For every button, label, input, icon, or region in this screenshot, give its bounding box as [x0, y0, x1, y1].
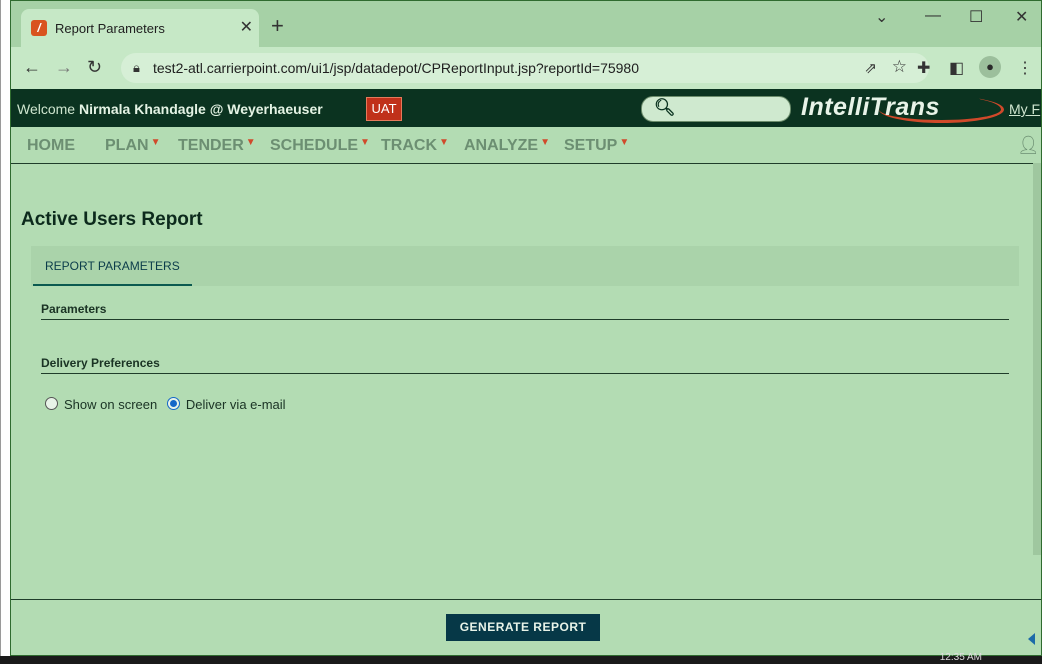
- vertical-scrollbar[interactable]: [1033, 163, 1041, 555]
- lock-icon[interactable]: 🔒︎: [133, 60, 140, 76]
- browser-menu-icon[interactable]: ⋮: [1017, 58, 1033, 78]
- deliver-via-email-label[interactable]: Deliver via e-mail: [186, 397, 286, 412]
- browser-window: / Report Parameters ✕ + ⌄ — ☐ ✕ ← → ↻ 🔒︎…: [10, 0, 1042, 656]
- nav-analyze-label: ANALYZE: [464, 137, 539, 154]
- caret-down-icon: ▼: [439, 137, 449, 148]
- parameters-heading: Parameters: [41, 302, 107, 316]
- delivery-preferences-heading: Delivery Preferences: [41, 356, 160, 370]
- tab-strip: / Report Parameters ✕ + ⌄ — ☐ ✕: [11, 1, 1041, 47]
- browser-toolbar: ← → ↻ 🔒︎ test2-atl.carrierpoint.com/ui1/…: [11, 47, 1041, 89]
- share-icon[interactable]: ⇗: [864, 59, 877, 77]
- logo: IntelliTrans: [801, 93, 940, 121]
- close-window-icon[interactable]: ✕: [1015, 7, 1028, 27]
- nav-home-label: HOME: [27, 137, 75, 154]
- tab-report-parameters[interactable]: REPORT PARAMETERS: [33, 246, 192, 286]
- welcome-text: Welcome Nirmala Khandagle @ Weyerhaeuser: [17, 101, 323, 117]
- report-tabs: REPORT PARAMETERS: [31, 246, 1019, 286]
- nav-tender[interactable]: TENDER ▼: [178, 137, 256, 155]
- delivery-divider: [41, 373, 1009, 374]
- nav-setup[interactable]: SETUP ▼: [564, 137, 629, 155]
- nav-home[interactable]: HOME: [27, 137, 75, 155]
- search-input[interactable]: 🔍︎: [641, 96, 791, 122]
- caret-down-icon: ▼: [245, 137, 256, 148]
- bookmark-star-icon[interactable]: ☆: [892, 57, 907, 77]
- environment-badge: UAT: [366, 97, 402, 121]
- reload-icon[interactable]: ↻: [87, 57, 102, 78]
- nav-plan-label: PLAN: [105, 137, 149, 154]
- address-bar[interactable]: 🔒︎ test2-atl.carrierpoint.com/ui1/jsp/da…: [121, 53, 929, 83]
- nav-setup-label: SETUP: [564, 137, 618, 154]
- generate-report-button[interactable]: GENERATE REPORT: [446, 614, 600, 641]
- show-on-screen-radio[interactable]: [45, 397, 58, 411]
- user-icon[interactable]: 👤︎: [1017, 135, 1040, 156]
- forward-icon[interactable]: →: [55, 57, 73, 78]
- parameters-divider: [41, 319, 1009, 320]
- minimize-icon[interactable]: —: [925, 7, 941, 25]
- nav-track[interactable]: TRACK ▼: [381, 137, 449, 155]
- profile-avatar-icon[interactable]: ●: [979, 56, 1001, 78]
- nav-schedule-label: SCHEDULE: [270, 137, 359, 154]
- my-profile-link[interactable]: My F: [1009, 101, 1040, 117]
- main-nav: HOME PLAN ▼ TENDER ▼ SCHEDULE ▼ TRACK ▼ ANAL…: [11, 127, 1041, 164]
- nav-tender-label: TENDER: [178, 137, 244, 154]
- app-header: Welcome Nirmala Khandagle @ Weyerhaeuser…: [11, 89, 1041, 127]
- caret-down-icon: ▼: [360, 137, 370, 148]
- taskbar-clock: 12:35 AM: [939, 652, 982, 663]
- nav-schedule[interactable]: SCHEDULE ▼: [270, 137, 370, 155]
- deliver-via-email-radio[interactable]: [166, 397, 180, 411]
- maximize-icon[interactable]: ☐: [969, 7, 983, 27]
- extensions-icon[interactable]: ✚: [917, 58, 930, 78]
- welcome-prefix: Welcome: [17, 101, 76, 117]
- delivery-options: Show on screen Deliver via e-mail: [45, 397, 292, 412]
- search-icon[interactable]: 🔍︎: [654, 98, 676, 118]
- new-tab-icon[interactable]: +: [271, 15, 284, 37]
- close-tab-icon[interactable]: ✕: [240, 17, 253, 37]
- caret-down-icon: ▼: [619, 137, 630, 148]
- site-favicon-icon: /: [31, 20, 47, 36]
- nav-track-label: TRACK: [381, 137, 437, 154]
- tab-search-icon[interactable]: ⌄: [875, 7, 888, 27]
- nav-plan[interactable]: PLAN ▼: [105, 137, 160, 155]
- user-name: Nirmala Khandagle @ Weyerhaeuser: [78, 101, 323, 117]
- side-panel-icon[interactable]: ◧: [949, 58, 964, 78]
- scroll-left-icon[interactable]: [1028, 633, 1035, 645]
- tab-title: Report Parameters: [55, 21, 165, 36]
- browser-tab[interactable]: / Report Parameters ✕: [21, 9, 259, 47]
- nav-analyze[interactable]: ANALYZE ▼: [464, 137, 550, 155]
- url-text: test2-atl.carrierpoint.com/ui1/jsp/datad…: [153, 60, 640, 76]
- page-title: Active Users Report: [21, 209, 203, 230]
- taskbar: 12:35 AM: [0, 652, 1042, 664]
- back-icon[interactable]: ←: [23, 57, 41, 78]
- show-on-screen-label[interactable]: Show on screen: [64, 397, 157, 412]
- caret-down-icon: ▼: [150, 137, 161, 148]
- footer-divider: [11, 599, 1041, 600]
- caret-down-icon: ▼: [540, 137, 550, 148]
